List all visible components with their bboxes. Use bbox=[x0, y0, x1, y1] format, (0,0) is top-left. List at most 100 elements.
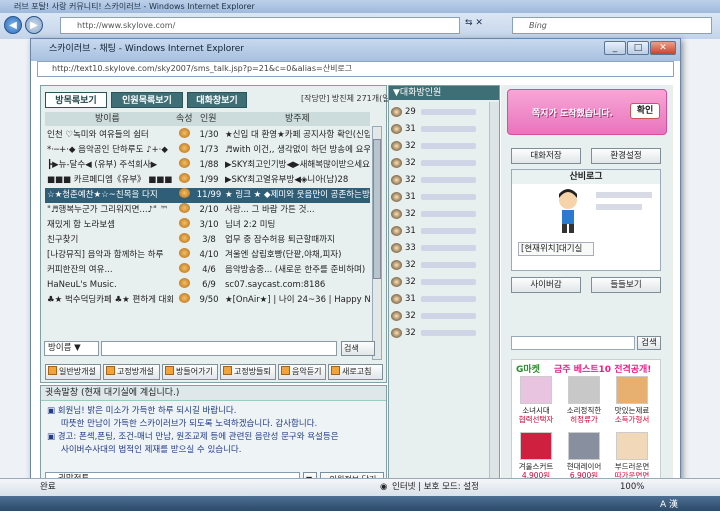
room-search-input[interactable] bbox=[101, 341, 337, 356]
room-row[interactable]: ☆★청춘예찬★☆~친목을 다지 11/99 ★ 링크 ★ ◆제미와 웃음만이 공… bbox=[45, 188, 370, 203]
promo-product[interactable]: 소녀시대 협력선택자 bbox=[518, 376, 554, 424]
room-search-button[interactable]: 검색 bbox=[341, 341, 375, 356]
room-row[interactable]: 커피한잔의 여유... 4/6 음악방송중... (새로운 한주를 준비하며) bbox=[45, 263, 370, 278]
promo-product[interactable]: 맛있는제료 소득가형서 bbox=[614, 376, 650, 424]
room-row[interactable]: HaNeuL's Music. 6/9 sc07.saycast.com:818… bbox=[45, 278, 370, 293]
close-button[interactable]: ✕ bbox=[650, 41, 676, 55]
user-search-input[interactable] bbox=[511, 336, 635, 350]
product-image bbox=[616, 376, 648, 404]
col-attr: 속성 bbox=[176, 114, 193, 124]
promo-product[interactable]: 소리정직한 히정류가 bbox=[566, 376, 602, 424]
user-row[interactable]: 32 bbox=[391, 257, 495, 273]
room-type-icon bbox=[179, 248, 190, 258]
tab-user-list[interactable]: 인원목록보기 bbox=[111, 92, 183, 108]
refresh-icon[interactable]: ⇆ ✕ bbox=[465, 18, 505, 33]
promo-box[interactable]: G마켓 금주 베스트10 전격공개! 소녀시대 협력선택자 소리정직한 히정류가 맛있는… bbox=[511, 359, 661, 489]
user-level: 29 bbox=[405, 107, 416, 117]
profile-nickname: 산비로그 bbox=[512, 170, 660, 184]
room-row[interactable]: 재밌게 함 노라보셈 3/10 님녀 2:2 미팅 bbox=[45, 218, 370, 233]
promo-product[interactable]: 현대레이어 6,900원 bbox=[566, 432, 602, 480]
room-row[interactable]: ■■■ 카르페디엠《유부》 ■■■ 1/99 ▶SKY최고열유부방◀◈니아(남)… bbox=[45, 173, 370, 188]
room-list-scrollbar[interactable] bbox=[372, 126, 382, 360]
fixed-room-button[interactable]: 고정방개설 bbox=[103, 364, 160, 380]
user-avatar-icon bbox=[391, 124, 402, 134]
room-row[interactable]: 인천 ♡녹미와 여유들의 쉼터 1/30 ★신입 대 환영★카페 공지사항 확인… bbox=[45, 128, 370, 143]
room-row[interactable]: "♬행복누군가 그리워지면...♪" ™ 2/10 사랑... 그 바람 가튼 … bbox=[45, 203, 370, 218]
browser-url-field[interactable]: http://www.skylove.com/ bbox=[60, 17, 460, 34]
user-row[interactable]: 32 bbox=[391, 274, 495, 290]
user-list-scrollbar[interactable] bbox=[489, 102, 499, 490]
user-avatar-icon bbox=[391, 226, 402, 236]
room-row[interactable]: *·─+·◆ 음악공인 단하루도 ♪+·◆ 1/73 ♬with 이건,, 생각… bbox=[45, 143, 370, 158]
room-row[interactable]: 친구찾기 3/8 업무 중 잠수허용 퇴근할때까지 bbox=[45, 233, 370, 248]
user-level: 31 bbox=[405, 124, 416, 134]
room-type-icon bbox=[179, 218, 190, 228]
user-level: 33 bbox=[405, 243, 416, 253]
refresh-button[interactable]: 새로고침 bbox=[328, 364, 383, 380]
open-room-button[interactable]: 일반방개설 bbox=[45, 364, 101, 380]
current-location: [현재위치]대기실 bbox=[518, 242, 594, 256]
back-icon[interactable]: ◀ bbox=[4, 16, 22, 34]
right-panel: 쪽지가 도착했습니다. 확인 대화저장 환경설정 산비로그 [현재위치]대기실 … bbox=[501, 85, 673, 489]
product-name: 소녀시대 bbox=[522, 406, 550, 415]
room-title: ♬with 이건,, 생각없이 하던 방송에 요우 bbox=[225, 145, 370, 155]
fixed-room-exit-button[interactable]: 고정방들퇴 bbox=[220, 364, 276, 380]
music-button[interactable]: 음악듣기 bbox=[278, 364, 326, 380]
user-search-button[interactable]: 검색 bbox=[637, 336, 661, 350]
room-name: HaNeuL's Music. bbox=[47, 280, 117, 290]
whisper-panel: 귓속말창 (현재 대기실에 계십니다.) ▣ 회원님! 밝은 미소가 가득한 하… bbox=[40, 385, 387, 489]
popup-titlebar: 스카이러브 - 채팅 - Windows Internet Explorer bbox=[31, 39, 680, 61]
confirm-button[interactable]: 확인 bbox=[630, 103, 660, 119]
user-row[interactable]: 32 bbox=[391, 155, 495, 171]
room-name: ☆★청춘예찬★☆~친목을 다지 bbox=[47, 190, 158, 200]
room-count: 1/99 bbox=[199, 175, 219, 185]
user-row[interactable]: 31 bbox=[391, 291, 495, 307]
user-level: 32 bbox=[405, 311, 416, 321]
settings-button[interactable]: 환경설정 bbox=[591, 148, 661, 164]
user-avatar-icon bbox=[391, 294, 402, 304]
search-input[interactable]: Bing bbox=[512, 17, 712, 34]
browser-page-bg bbox=[0, 39, 30, 478]
user-row[interactable]: 32 bbox=[391, 206, 495, 222]
forward-icon[interactable]: ▶ bbox=[25, 16, 43, 34]
status-bar: 완료 ◉ 인터넷 | 보호 모드: 설정 100% bbox=[0, 478, 720, 496]
room-stats: [작당만] 방진체 271개(일반:237, 음악:34) bbox=[301, 94, 451, 103]
ime-indicator[interactable]: A 漢 bbox=[660, 497, 678, 510]
promo-product[interactable]: 겨울스커트 4,900원 bbox=[518, 432, 554, 480]
search-type-select[interactable]: 방이름 ▼ bbox=[44, 341, 99, 356]
user-name-blurred bbox=[421, 228, 476, 234]
room-type-icon bbox=[179, 128, 190, 138]
room-row[interactable]: ♣★ 벅수덕딩카페 ♣★ 편하게 대화 9/50 ★[OnAir★] | 나이 … bbox=[45, 293, 370, 308]
user-row[interactable]: 31 bbox=[391, 223, 495, 239]
tab-chat-view[interactable]: 대화창보기 bbox=[187, 92, 247, 108]
room-name: 커피한잔의 여유... bbox=[47, 265, 113, 275]
user-name-blurred bbox=[421, 313, 476, 319]
user-row[interactable]: 29 bbox=[391, 104, 495, 120]
enter-room-button[interactable]: 방들어가기 bbox=[162, 364, 218, 380]
popup-url-field[interactable]: http://text10.skylove.com/sky2007/sms_ta… bbox=[37, 61, 674, 77]
room-count: 9/50 bbox=[199, 295, 219, 305]
user-row[interactable]: 31 bbox=[391, 189, 495, 205]
room-title: 겨울엔 삽립호빵(단팥,야채,피자) bbox=[225, 250, 342, 260]
room-count: 3/8 bbox=[202, 235, 216, 245]
room-row[interactable]: [나강뮤직] 음악과 함께하는 하루 4/10 겨울엔 삽립호빵(단팥,야채,피… bbox=[45, 248, 370, 263]
user-row[interactable]: 32 bbox=[391, 308, 495, 324]
promo-product[interactable]: 부드러운면 따가운면면 bbox=[614, 432, 650, 480]
user-row[interactable]: 33 bbox=[391, 240, 495, 256]
invite-button[interactable]: 사이버감 bbox=[511, 277, 581, 293]
room-name: "♬행복누군가 그리워지면...♪" ™ bbox=[47, 205, 169, 215]
room-row[interactable]: ┣▶뉴-달수◀ (유부) 주석회사▶ 1/88 ▶SKY최고인기방◀▶새해복많이… bbox=[45, 158, 370, 173]
product-image bbox=[568, 432, 600, 460]
user-row[interactable]: 32 bbox=[391, 325, 495, 341]
minimize-button[interactable]: _ bbox=[604, 41, 626, 55]
room-type-icon bbox=[179, 293, 190, 303]
maximize-button[interactable]: □ bbox=[627, 41, 649, 55]
user-row[interactable]: 32 bbox=[391, 138, 495, 154]
tab-room-list[interactable]: 방목록보기 bbox=[45, 92, 107, 108]
user-row[interactable]: 31 bbox=[391, 121, 495, 137]
user-row[interactable]: 32 bbox=[391, 172, 495, 188]
room-title: ★ 링크 ★ ◆제미와 웃음만이 공존하는방 bbox=[225, 190, 370, 200]
save-chat-button[interactable]: 대화저장 bbox=[511, 148, 581, 164]
view-button[interactable]: 들들보기 bbox=[591, 277, 661, 293]
zoom-text[interactable]: 100% bbox=[620, 479, 644, 496]
